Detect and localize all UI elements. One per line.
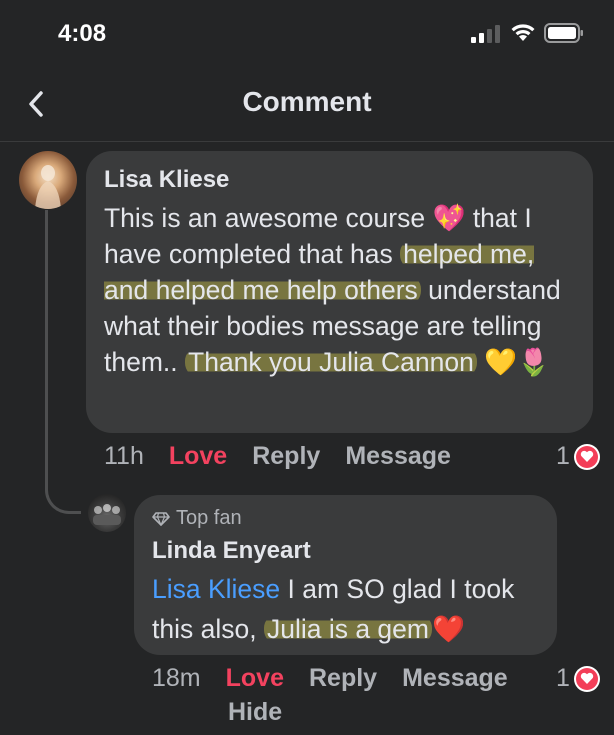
message-button[interactable]: Message bbox=[345, 442, 451, 471]
status-bar: 4:08 bbox=[0, 0, 614, 70]
heart-tulip-emoji: 💛🌷 bbox=[484, 347, 551, 377]
comment-timestamp[interactable]: 11h bbox=[104, 442, 144, 471]
reply-actions-second-line: Hide bbox=[228, 698, 282, 727]
heart-reaction-icon bbox=[573, 443, 600, 470]
reply-button[interactable]: Reply bbox=[309, 664, 377, 693]
thread-connector bbox=[45, 210, 81, 514]
reply-avatar[interactable] bbox=[88, 494, 126, 532]
reply-author[interactable]: Linda Enyeart bbox=[152, 537, 539, 565]
reaction-count-value: 1 bbox=[556, 664, 570, 692]
comment-text-part: This is an awesome course bbox=[104, 203, 433, 233]
comment-author[interactable]: Lisa Kliese bbox=[104, 166, 575, 194]
group-photo-icon bbox=[93, 504, 121, 525]
reply-actions: 18m Love Reply Message bbox=[152, 664, 508, 693]
avatar-figure-icon bbox=[35, 165, 61, 209]
love-button[interactable]: Love bbox=[169, 442, 227, 471]
sparkling-heart-emoji: 💖 bbox=[432, 203, 466, 233]
reaction-count-value: 1 bbox=[556, 442, 570, 470]
mention-link[interactable]: Lisa Kliese bbox=[152, 574, 280, 604]
message-button[interactable]: Message bbox=[402, 664, 508, 693]
battery-icon bbox=[544, 23, 583, 43]
wifi-icon bbox=[511, 24, 535, 41]
top-fan-badge: Top fan bbox=[152, 507, 539, 530]
page-title: Comment bbox=[242, 86, 372, 117]
highlighted-text: Thank you Julia Cannon bbox=[185, 347, 477, 377]
hide-button[interactable]: Hide bbox=[228, 698, 282, 727]
status-time: 4:08 bbox=[58, 20, 107, 47]
comment-actions: 11h Love Reply Message bbox=[104, 442, 451, 471]
reply-text: Lisa Kliese I am SO glad I took this als… bbox=[152, 569, 539, 649]
reply-bubble: Top fan Linda Enyeart Lisa Kliese I am S… bbox=[134, 495, 557, 655]
reply-reaction-count[interactable]: 1 bbox=[556, 664, 600, 693]
comment-text: This is an awesome course 💖 that I have … bbox=[104, 200, 575, 380]
heart-reaction-icon bbox=[573, 665, 600, 692]
signal-icon bbox=[471, 25, 500, 43]
red-heart-emoji: ❤️ bbox=[431, 614, 465, 644]
love-button[interactable]: Love bbox=[226, 664, 284, 693]
top-fan-label: Top fan bbox=[176, 507, 242, 529]
avatar[interactable] bbox=[19, 151, 77, 209]
reaction-count[interactable]: 1 bbox=[556, 442, 600, 471]
reply-button[interactable]: Reply bbox=[252, 442, 320, 471]
reply-timestamp[interactable]: 18m bbox=[152, 664, 201, 693]
diamond-icon bbox=[152, 511, 170, 526]
comment-bubble: Lisa Kliese This is an awesome course 💖 … bbox=[86, 151, 593, 433]
nav-bar: Comment bbox=[0, 70, 614, 142]
highlighted-text: Julia is a gem bbox=[263, 614, 432, 644]
